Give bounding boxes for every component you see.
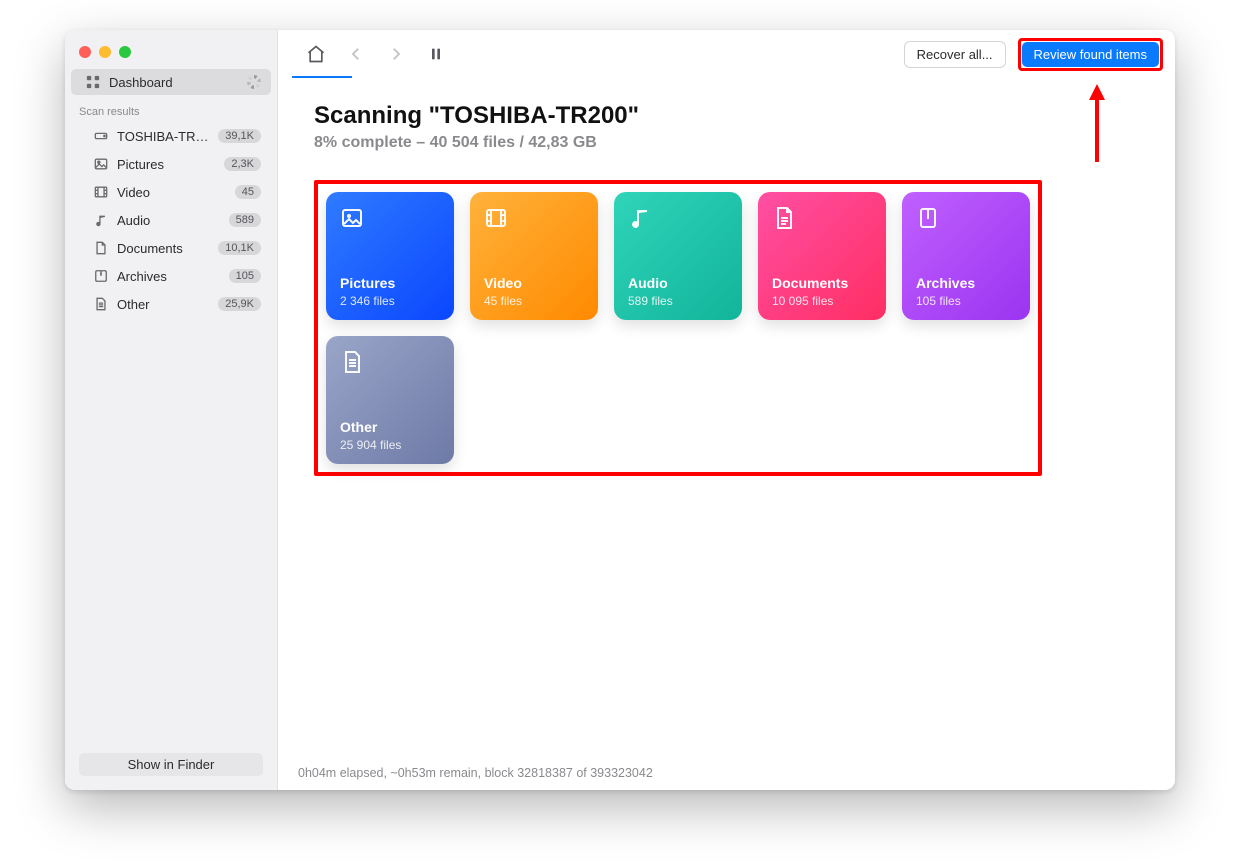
- card-subtitle: 2 346 files: [340, 294, 440, 308]
- status-text: 0h04m elapsed, ~0h53m remain, block 3281…: [298, 766, 653, 780]
- scan-title: Scanning "TOSHIBA-TR200": [314, 102, 1139, 130]
- card-subtitle: 10 095 files: [772, 294, 872, 308]
- forward-button[interactable]: [378, 36, 414, 72]
- back-button[interactable]: [338, 36, 374, 72]
- sidebar-item-label: Other: [117, 297, 210, 312]
- document-icon: [93, 240, 109, 256]
- card-pictures[interactable]: Pictures 2 346 files: [326, 192, 454, 320]
- picture-icon: [93, 156, 109, 172]
- card-title: Pictures: [340, 275, 440, 292]
- file-icon: [340, 350, 364, 374]
- archive-icon: [93, 268, 109, 284]
- sidebar-item-archives[interactable]: Archives 105: [71, 263, 271, 289]
- sidebar-item-label: Pictures: [117, 157, 216, 172]
- recover-all-button[interactable]: Recover all...: [904, 41, 1006, 68]
- sidebar-item-video[interactable]: Video 45: [71, 179, 271, 205]
- highlight-annotation: Pictures 2 346 files Video 45 files: [314, 180, 1042, 476]
- content: Scanning "TOSHIBA-TR200" 8% complete – 4…: [278, 78, 1175, 756]
- sidebar-item-label: Documents: [117, 241, 210, 256]
- sidebar-item-label: TOSHIBA-TR200: [117, 129, 210, 144]
- card-subtitle: 45 files: [484, 294, 584, 308]
- sidebar-item-other[interactable]: Other 25,9K: [71, 291, 271, 317]
- sidebar-item-label: Audio: [117, 213, 221, 228]
- count-badge: 39,1K: [218, 129, 261, 143]
- sidebar-item-dashboard[interactable]: Dashboard: [71, 69, 271, 95]
- card-video[interactable]: Video 45 files: [470, 192, 598, 320]
- film-icon: [484, 206, 508, 230]
- card-title: Video: [484, 275, 584, 292]
- category-cards: Pictures 2 346 files Video 45 files: [326, 192, 1030, 464]
- card-title: Archives: [916, 275, 1016, 292]
- sidebar-item-label: Dashboard: [109, 75, 239, 90]
- window-controls: [65, 38, 277, 68]
- spinner-icon: [247, 75, 261, 89]
- drive-icon: [93, 128, 109, 144]
- picture-icon: [340, 206, 364, 230]
- card-audio[interactable]: Audio 589 files: [614, 192, 742, 320]
- home-button[interactable]: [298, 36, 334, 72]
- count-badge: 25,9K: [218, 297, 261, 311]
- music-note-icon: [93, 212, 109, 228]
- card-archives[interactable]: Archives 105 files: [902, 192, 1030, 320]
- sidebar-item-pictures[interactable]: Pictures 2,3K: [71, 151, 271, 177]
- minimize-window-button[interactable]: [99, 46, 111, 58]
- music-note-icon: [628, 206, 652, 230]
- count-badge: 10,1K: [218, 241, 261, 255]
- sidebar: Dashboard Scan results TOSHIBA-TR200 39,…: [65, 30, 278, 790]
- card-title: Documents: [772, 275, 872, 292]
- count-badge: 105: [229, 269, 261, 283]
- close-window-button[interactable]: [79, 46, 91, 58]
- card-other[interactable]: Other 25 904 files: [326, 336, 454, 464]
- card-title: Audio: [628, 275, 728, 292]
- card-subtitle: 105 files: [916, 294, 1016, 308]
- sidebar-footer: Show in Finder: [65, 743, 277, 790]
- archive-icon: [916, 206, 940, 230]
- pause-button[interactable]: [418, 36, 454, 72]
- count-badge: 2,3K: [224, 157, 261, 171]
- app-window: Dashboard Scan results TOSHIBA-TR200 39,…: [65, 30, 1175, 790]
- review-found-items-button[interactable]: Review found items: [1022, 42, 1159, 67]
- card-documents[interactable]: Documents 10 095 files: [758, 192, 886, 320]
- count-badge: 45: [235, 185, 261, 199]
- sidebar-item-audio[interactable]: Audio 589: [71, 207, 271, 233]
- highlight-annotation: Review found items: [1018, 38, 1163, 71]
- sidebar-item-documents[interactable]: Documents 10,1K: [71, 235, 271, 261]
- toolbar: Recover all... Review found items: [278, 30, 1175, 78]
- main-pane: Recover all... Review found items Scanni…: [278, 30, 1175, 790]
- count-badge: 589: [229, 213, 261, 227]
- card-title: Other: [340, 419, 440, 436]
- status-bar: 0h04m elapsed, ~0h53m remain, block 3281…: [278, 756, 1175, 790]
- sidebar-item-label: Archives: [117, 269, 221, 284]
- sidebar-item-label: Video: [117, 185, 227, 200]
- sidebar-section-header: Scan results: [65, 96, 277, 122]
- card-subtitle: 25 904 files: [340, 438, 440, 452]
- sidebar-item-drive[interactable]: TOSHIBA-TR200 39,1K: [71, 123, 271, 149]
- zoom-window-button[interactable]: [119, 46, 131, 58]
- document-icon: [772, 206, 796, 230]
- scan-subtitle: 8% complete – 40 504 files / 42,83 GB: [314, 134, 1139, 152]
- grid-icon: [85, 74, 101, 90]
- file-icon: [93, 296, 109, 312]
- film-icon: [93, 184, 109, 200]
- show-in-finder-button[interactable]: Show in Finder: [79, 753, 263, 776]
- card-subtitle: 589 files: [628, 294, 728, 308]
